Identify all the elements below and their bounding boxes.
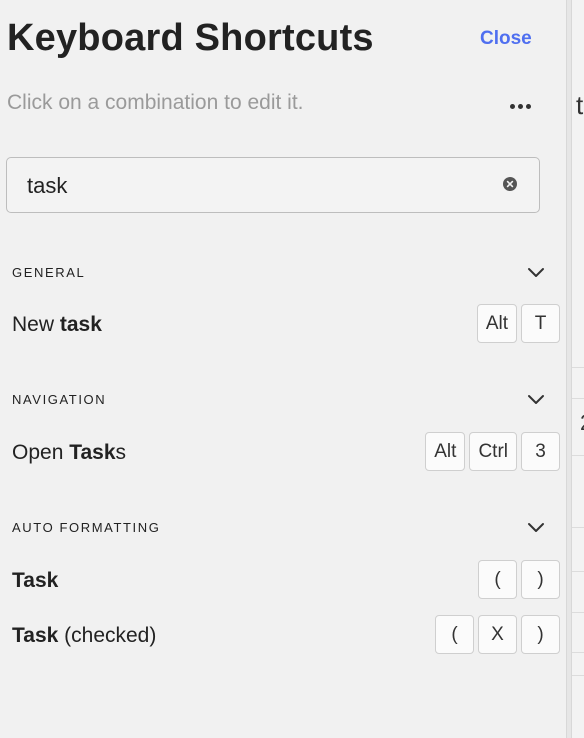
key-cap[interactable]: Ctrl xyxy=(469,432,517,471)
key-cap[interactable]: ) xyxy=(521,560,560,599)
section-title: NAVIGATION xyxy=(12,392,107,407)
key-cap[interactable]: Alt xyxy=(425,432,466,471)
shortcut-row-task-checked[interactable]: Task (checked) ( X ) xyxy=(12,615,560,655)
background-text: t xyxy=(576,90,584,120)
key-combination[interactable]: Alt Ctrl 3 xyxy=(425,432,560,471)
section-general[interactable]: GENERAL xyxy=(12,261,548,285)
section-title: GENERAL xyxy=(12,265,86,280)
background-line xyxy=(572,527,584,528)
page-title: Keyboard Shortcuts xyxy=(7,17,374,59)
shortcut-label: Task (checked) xyxy=(12,624,157,647)
shortcut-label: Open Tasks xyxy=(12,441,127,464)
shortcut-label: New task xyxy=(12,313,102,336)
chevron-down-icon[interactable] xyxy=(524,261,548,285)
section-navigation[interactable]: NAVIGATION xyxy=(12,388,548,412)
shortcut-row-open-tasks[interactable]: Open Tasks Alt Ctrl 3 xyxy=(12,432,560,472)
key-cap[interactable]: X xyxy=(478,615,517,654)
key-cap[interactable]: T xyxy=(521,304,560,343)
search-field[interactable]: task xyxy=(6,157,540,213)
key-cap[interactable]: ( xyxy=(435,615,474,654)
key-cap[interactable]: ( xyxy=(478,560,517,599)
background-line xyxy=(572,455,584,456)
background-line xyxy=(572,367,584,368)
key-cap[interactable]: Alt xyxy=(476,304,517,343)
chevron-down-icon[interactable] xyxy=(524,516,548,540)
key-cap[interactable]: ) xyxy=(521,615,560,654)
search-input[interactable]: task xyxy=(27,173,67,199)
section-title: AUTO FORMATTING xyxy=(12,520,161,535)
panel-subtitle: Click on a combination to edit it. xyxy=(7,91,304,114)
background-line xyxy=(572,571,584,572)
key-combination[interactable]: ( X ) xyxy=(435,615,560,654)
background-line xyxy=(572,652,584,653)
more-horizontal-icon[interactable] xyxy=(508,96,534,116)
background-line xyxy=(572,398,584,399)
key-combination[interactable]: ( ) xyxy=(478,560,560,599)
section-auto-formatting[interactable]: AUTO FORMATTING xyxy=(12,516,548,540)
background-editor-peek: t 2 xyxy=(572,0,584,738)
key-combination[interactable]: Alt T xyxy=(476,304,560,343)
chevron-down-icon[interactable] xyxy=(524,388,548,412)
shortcut-row-task[interactable]: Task ( ) xyxy=(12,560,560,600)
key-cap[interactable]: 3 xyxy=(521,432,560,471)
shortcut-row-new-task[interactable]: New task Alt T xyxy=(12,304,560,344)
background-line xyxy=(572,675,584,676)
keyboard-shortcuts-panel: Keyboard Shortcuts Close Click on a comb… xyxy=(0,0,566,738)
close-button[interactable]: Close xyxy=(480,28,532,50)
clear-circle-icon[interactable] xyxy=(503,177,517,191)
shortcut-label: Task xyxy=(12,569,59,592)
background-text: 2 xyxy=(580,410,584,436)
background-line xyxy=(572,612,584,613)
